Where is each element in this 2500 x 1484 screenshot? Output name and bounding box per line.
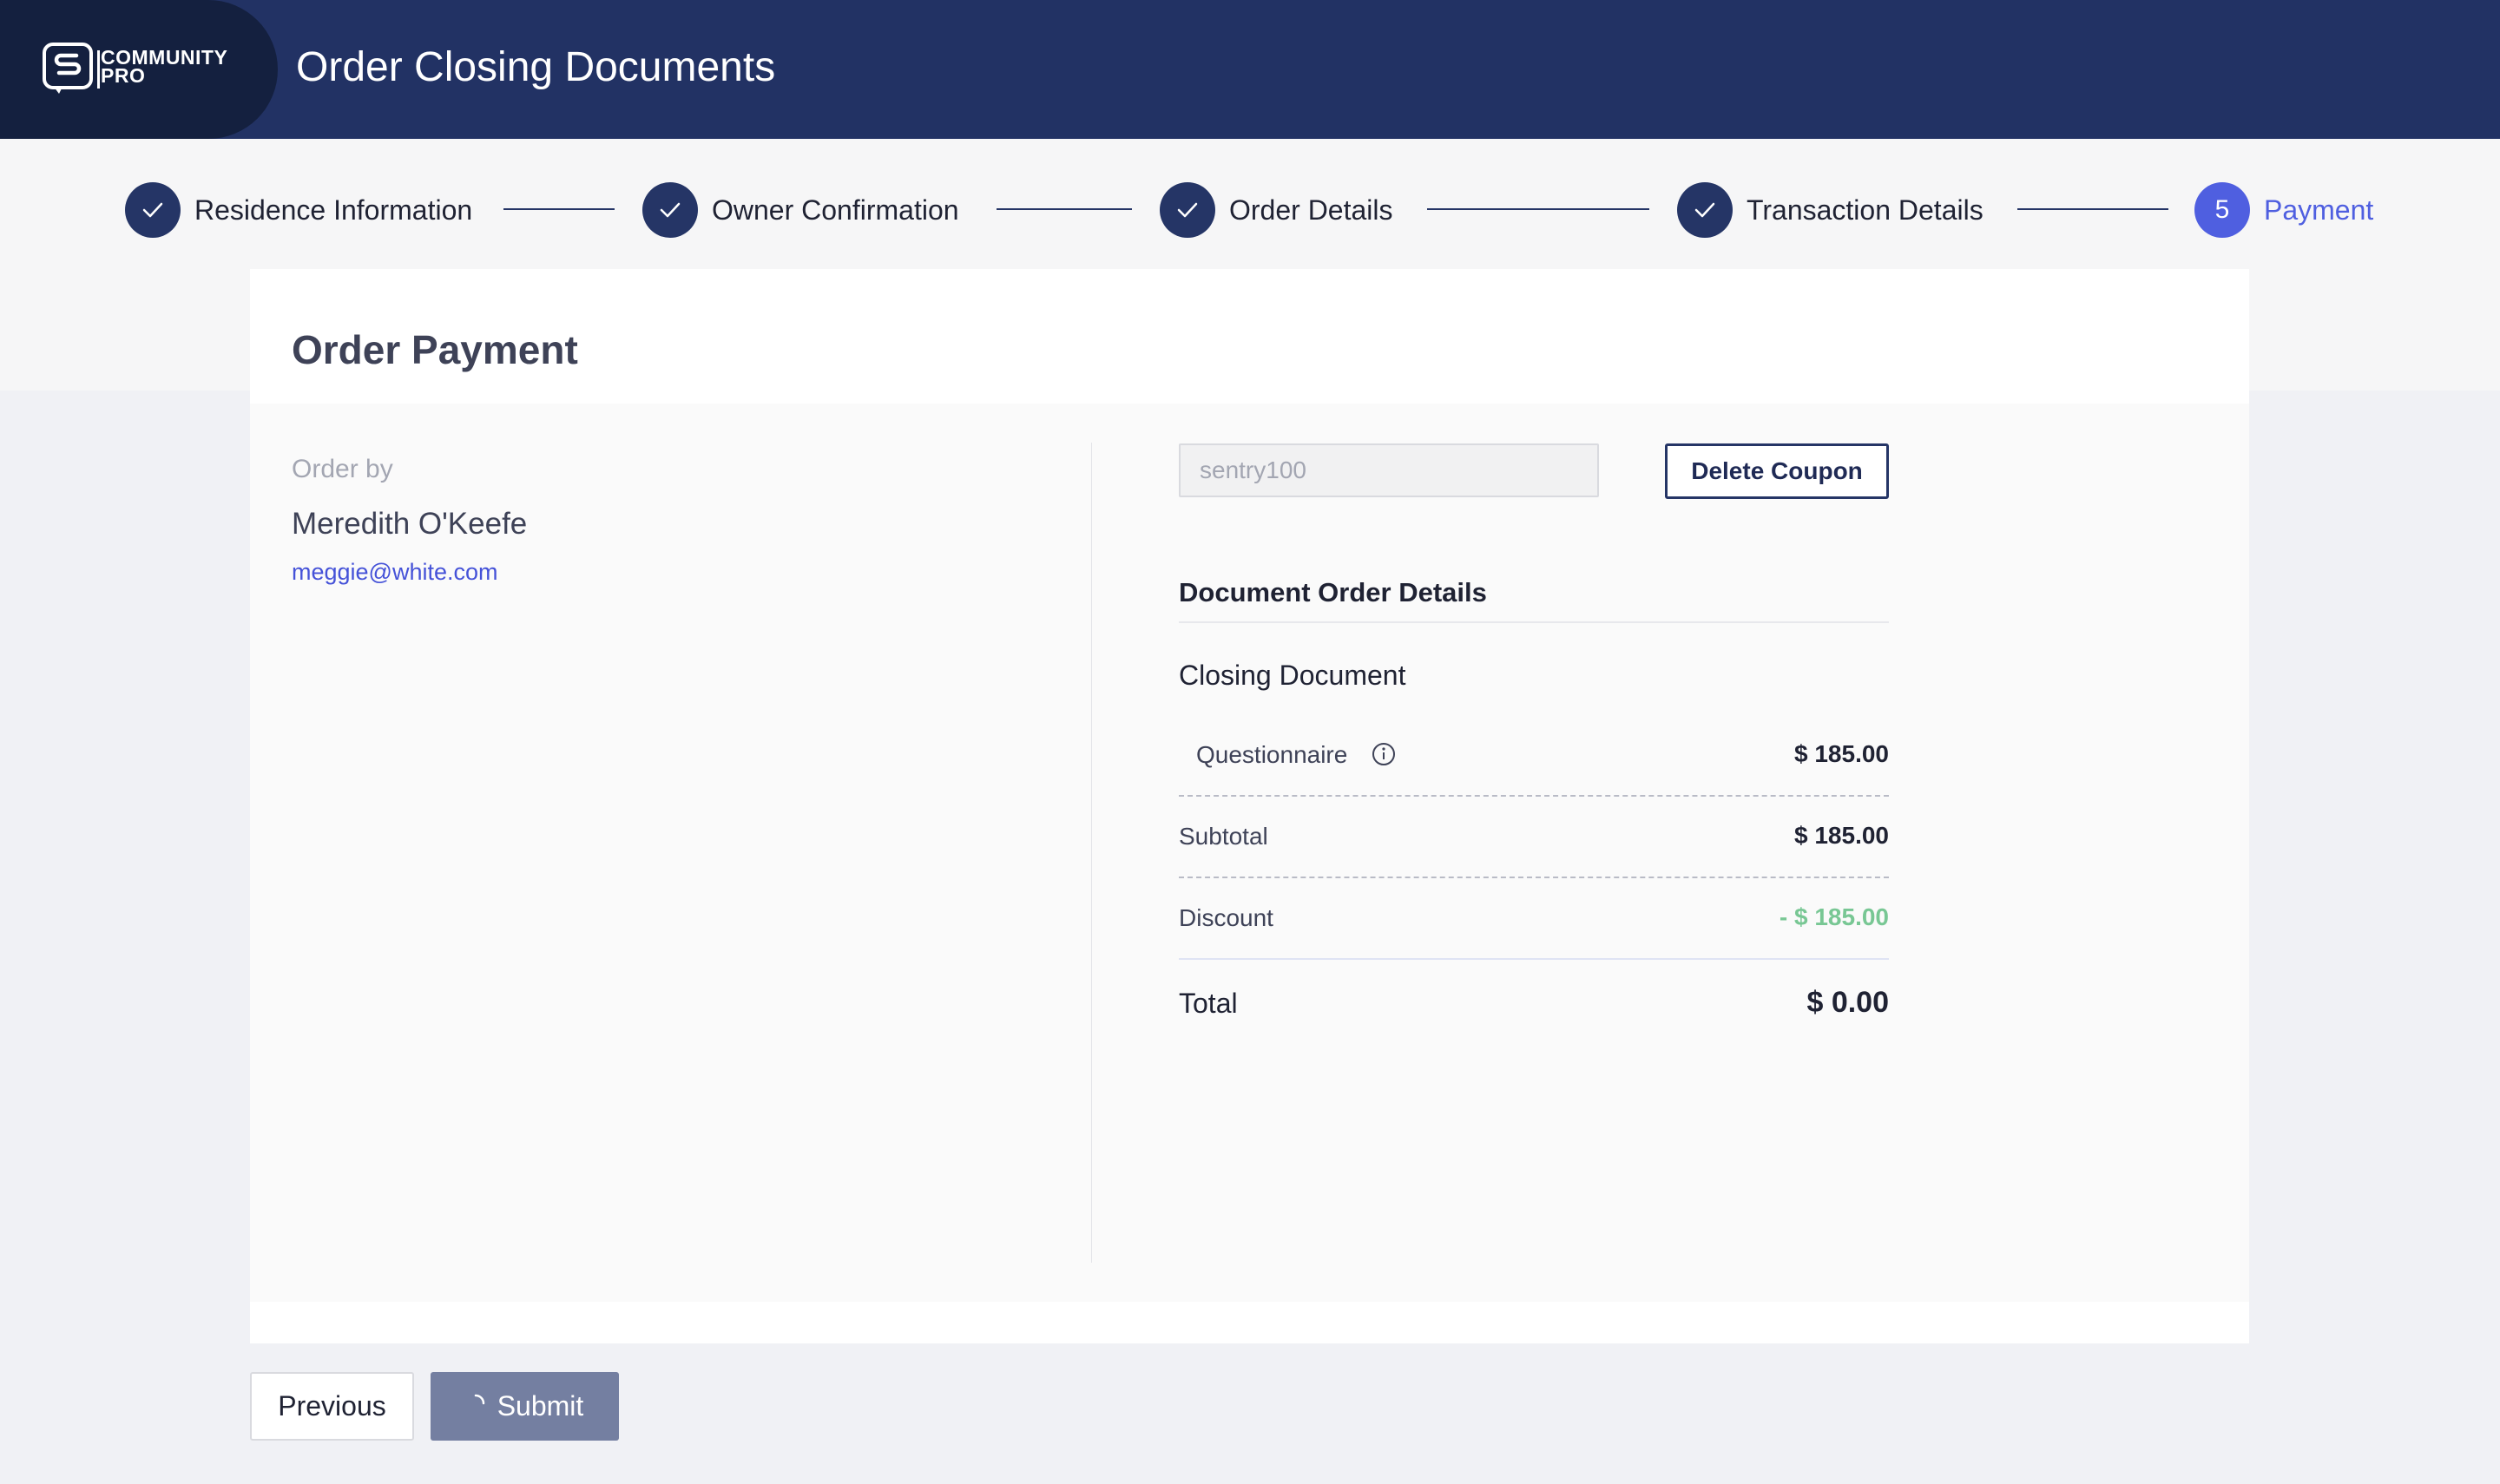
step-complete-circle: [642, 182, 698, 238]
discount-value: - $ 185.00: [1779, 903, 1889, 930]
page-title: Order Closing Documents: [296, 44, 776, 90]
divider: [1179, 958, 1889, 960]
logo-separator: [97, 50, 100, 89]
step-complete-circle: [1677, 182, 1733, 238]
line-item-label: Questionnaire: [1196, 741, 1348, 768]
check-icon: [1694, 202, 1715, 218]
discount-label: Discount: [1179, 904, 1273, 931]
divider: [1179, 621, 1889, 623]
order-by-label: Order by: [292, 455, 393, 483]
closing-document-heading: Closing Document: [1179, 660, 1406, 691]
logo[interactable]: COMMUNITY PRO: [0, 0, 278, 139]
step-label: Order Details: [1229, 194, 1393, 226]
card-header: Order Payment: [250, 269, 2249, 404]
previous-button[interactable]: Previous: [250, 1372, 414, 1441]
order-by-name: Meredith O'Keefe: [292, 507, 528, 541]
document-order-details-heading: Document Order Details: [1179, 577, 1487, 607]
order-by-email[interactable]: meggie@white.com: [292, 559, 498, 586]
total-value: $ 0.00: [1806, 986, 1889, 1019]
step-residence-information[interactable]: Residence Information: [125, 182, 472, 238]
divider: [1179, 795, 1889, 797]
step-label: Owner Confirmation: [712, 194, 959, 226]
delete-coupon-button[interactable]: Delete Coupon: [1665, 443, 1889, 499]
divider: [1179, 877, 1889, 878]
submit-button[interactable]: Submit: [431, 1372, 619, 1441]
check-icon: [142, 202, 163, 218]
line-item-value: $ 185.00: [1794, 740, 1889, 767]
coupon-input[interactable]: [1179, 443, 1599, 497]
step-connector: [997, 208, 1132, 210]
column-divider: [1091, 443, 1092, 1263]
step-label: Payment: [2264, 194, 2374, 226]
check-icon: [1177, 202, 1198, 218]
check-icon: [660, 202, 681, 218]
info-icon[interactable]: [1372, 742, 1396, 766]
spinner-icon: [474, 1394, 484, 1404]
card-footer: [250, 1302, 2249, 1343]
step-label: Residence Information: [194, 194, 473, 226]
step-payment[interactable]: 5 Payment: [2194, 182, 2373, 238]
logo-line2: PRO: [101, 64, 146, 87]
step-transaction-details[interactable]: Transaction Details: [1677, 182, 1984, 238]
step-owner-confirmation[interactable]: Owner Confirmation: [642, 182, 959, 238]
step-connector: [1427, 208, 1649, 210]
step-connector: [2017, 208, 2168, 210]
logo-wordmark: COMMUNITY PRO: [101, 48, 227, 87]
app-header: COMMUNITY PRO Order Closing Documents: [0, 0, 2500, 139]
step-complete-circle: [1160, 182, 1215, 238]
step-connector: [503, 208, 615, 210]
total-label: Total: [1179, 988, 1238, 1019]
step-complete-circle: [125, 182, 181, 238]
subtotal-value: $ 185.00: [1794, 822, 1889, 849]
card-title: Order Payment: [292, 327, 578, 372]
step-label: Transaction Details: [1747, 194, 1984, 226]
submit-label: Submit: [497, 1390, 584, 1422]
logo-icon: [43, 43, 93, 94]
subtotal-label: Subtotal: [1179, 823, 1268, 850]
step-number-circle: 5: [2194, 182, 2250, 238]
card-body: [250, 404, 2249, 1302]
step-order-details[interactable]: Order Details: [1160, 182, 1393, 238]
